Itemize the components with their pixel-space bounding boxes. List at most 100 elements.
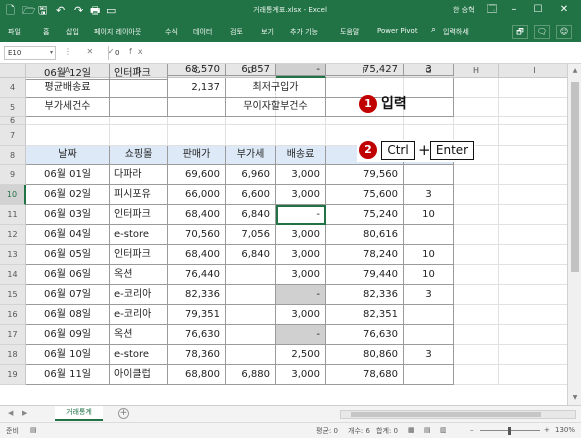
row-header-17[interactable]: 17 (0, 325, 26, 345)
cell[interactable] (226, 125, 276, 146)
table-cell[interactable]: 6,840 (226, 245, 276, 265)
table-header[interactable]: 부가세 (226, 146, 276, 165)
table-cell[interactable]: 75,240 (326, 205, 404, 225)
user-name[interactable]: 한 승혁 (453, 5, 475, 15)
row-header-19[interactable]: 19 (0, 365, 26, 385)
cell[interactable] (226, 117, 276, 125)
formula-input[interactable]: 0 (108, 46, 574, 60)
zoom-level[interactable]: 130% (555, 426, 575, 434)
cell[interactable] (110, 117, 168, 125)
row-header-12[interactable]: 12 (0, 225, 26, 245)
cell[interactable] (454, 345, 499, 365)
table-cell[interactable]: 68,800 (168, 365, 226, 385)
table-cell[interactable]: 68,400 (168, 245, 226, 265)
name-box[interactable]: E10 ▾ (4, 46, 56, 60)
table-cell[interactable]: 3 (404, 185, 454, 205)
table-cell[interactable]: 3,000 (276, 225, 326, 245)
table-cell[interactable]: - (276, 325, 326, 345)
table-cell[interactable] (226, 305, 276, 325)
table-cell[interactable]: 69,600 (168, 165, 226, 185)
table-cell[interactable]: 06월 10일 (26, 345, 110, 365)
tab-home[interactable]: 홈 (43, 27, 49, 37)
table-cell[interactable]: 06월 04일 (26, 225, 110, 245)
table-cell[interactable]: 68,400 (168, 205, 226, 225)
table-cell[interactable]: 06월 09일 (26, 325, 110, 345)
table-cell[interactable]: 옥션 (110, 265, 168, 285)
label-vat-count[interactable]: 부가세건수 (26, 98, 110, 117)
comments-icon[interactable]: 🗨 (534, 25, 550, 39)
cell[interactable] (276, 117, 326, 125)
table-cell[interactable]: 06월 03일 (26, 205, 110, 225)
table-cell[interactable]: 80,616 (326, 225, 404, 245)
share-icon[interactable]: 🗗 (512, 25, 528, 39)
cell[interactable] (499, 285, 567, 305)
row-header-6[interactable]: 6 (0, 117, 26, 125)
table-cell[interactable]: 피시포유 (110, 185, 168, 205)
table-cell[interactable]: 3,000 (276, 305, 326, 325)
table-cell[interactable]: 76,630 (168, 325, 226, 345)
add-sheet-button[interactable]: + (118, 408, 129, 419)
tab-add-ins[interactable]: 추가 기능 (290, 27, 318, 37)
cell[interactable] (26, 117, 110, 125)
cell[interactable] (499, 125, 567, 146)
new-file-icon[interactable]: 🗋 (6, 3, 15, 19)
cell[interactable] (454, 325, 499, 345)
table-cell[interactable]: 76,440 (168, 265, 226, 285)
table-cell[interactable]: 06월 12일 (26, 64, 110, 80)
vertical-scrollbar[interactable]: ▲ ▼ (567, 64, 581, 405)
table-cell[interactable]: 3,000 (276, 365, 326, 385)
cell[interactable] (499, 225, 567, 245)
row-header-4[interactable]: 4 (0, 78, 26, 98)
cell[interactable] (499, 117, 567, 125)
scroll-up-icon[interactable]: ▲ (568, 67, 581, 74)
table-cell[interactable]: 06월 01일 (26, 165, 110, 185)
column-header-i[interactable]: I (499, 64, 567, 78)
cell[interactable] (454, 225, 499, 245)
redo-icon[interactable]: ↷ (74, 3, 83, 19)
table-cell[interactable]: 79,560 (326, 165, 404, 185)
table-cell[interactable]: 10 (404, 245, 454, 265)
scroll-down-icon[interactable]: ▼ (568, 394, 581, 401)
table-cell[interactable]: - (276, 205, 326, 225)
table-cell[interactable]: 70,560 (168, 225, 226, 245)
sheet-next-icon[interactable]: ▶ (22, 409, 27, 417)
table-cell[interactable]: 다파라 (110, 165, 168, 185)
page-break-view-icon[interactable]: ▥ (440, 426, 447, 434)
page-layout-view-icon[interactable]: ▤ (424, 426, 431, 434)
table-cell[interactable]: 78,240 (326, 245, 404, 265)
cell[interactable] (26, 125, 110, 146)
table-cell[interactable]: 3,000 (276, 185, 326, 205)
zoom-out-button[interactable]: – (470, 426, 474, 434)
table-cell[interactable]: 10 (404, 205, 454, 225)
table-cell[interactable]: 82,351 (326, 305, 404, 325)
tab-insert[interactable]: 삽입 (66, 27, 79, 37)
table-cell[interactable]: 3 (404, 345, 454, 365)
table-cell[interactable]: e-코리아 (110, 305, 168, 325)
horizontal-scrollbar[interactable] (340, 410, 576, 419)
row-header-7[interactable]: 7 (0, 125, 26, 146)
row-header-13[interactable]: 13 (0, 245, 26, 265)
table-cell[interactable]: 2,500 (276, 345, 326, 365)
cell[interactable] (454, 305, 499, 325)
cell[interactable] (499, 165, 567, 185)
cell[interactable] (499, 245, 567, 265)
table-cell[interactable] (226, 325, 276, 345)
table-cell[interactable] (226, 345, 276, 365)
cell[interactable] (499, 146, 567, 165)
row-header-14[interactable]: 14 (0, 265, 26, 285)
table-cell[interactable]: 06월 06일 (26, 265, 110, 285)
cell[interactable] (499, 185, 567, 205)
customize-toolbar-icon[interactable]: ▭ (106, 3, 116, 19)
undo-icon[interactable]: ↶ (56, 3, 65, 19)
table-cell[interactable]: 79,351 (168, 305, 226, 325)
cell[interactable] (454, 165, 499, 185)
table-cell[interactable]: e-코리아 (110, 285, 168, 305)
tab-file[interactable]: 파일 (8, 27, 21, 37)
cell[interactable] (499, 325, 567, 345)
table-cell[interactable]: 옥션 (110, 325, 168, 345)
status-average[interactable]: 평균: 0 (316, 426, 338, 436)
sheet-tab-active[interactable]: 거래통계 (55, 406, 103, 421)
table-cell[interactable]: 3 (404, 285, 454, 305)
table-cell[interactable]: - (276, 64, 326, 76)
table-cell[interactable]: e-store (110, 225, 168, 245)
